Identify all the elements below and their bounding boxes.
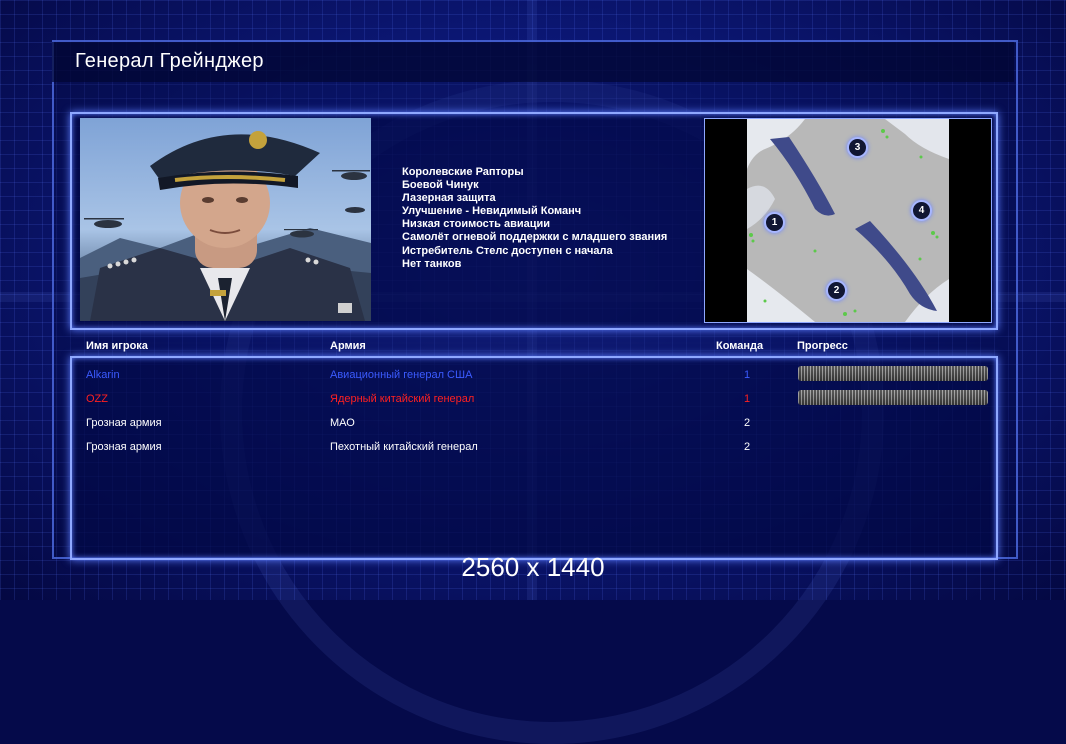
table-row: Грозная армия МАО 2 [72,412,996,434]
map-preview[interactable]: 3 1 4 2 [704,118,992,323]
table-row: Грозная армия Пехотный китайский генерал… [72,436,996,458]
trait-item: Истребитель Стелс доступен с начала [402,244,613,257]
trait-item: Самолёт огневой поддержки с младшего зва… [402,231,668,244]
header-army: Армия [330,340,366,352]
player-team: 2 [744,417,751,429]
player-team: 2 [744,441,751,453]
header-player-name: Имя игрока [86,340,148,352]
trait-item: Улучшение - Невидимый Команч [402,205,582,218]
table-row: OZZ Ядерный китайский генерал 1 [72,388,996,410]
resolution-label: 2560 x 1440 [461,552,605,582]
player-army: Ядерный китайский генерал [330,393,475,405]
progress-bar [798,366,988,381]
start-position-marker[interactable]: 2 [826,280,847,301]
trait-item: Низкая стоимость авиации [402,218,551,231]
player-team: 1 [744,369,751,381]
trait-item: Боевой Чинук [402,179,479,192]
players-table: Alkarin Авиационный генерал США 1 OZZ Яд… [70,356,998,560]
player-army: Авиационный генерал США [330,369,473,381]
general-portrait-image [80,131,371,321]
trait-item: Королевские Рапторы [402,166,524,178]
player-name: Грозная армия [86,441,162,453]
progress-fill [798,390,988,405]
general-title: Генерал Грейнджер [75,50,264,72]
general-portrait [80,118,371,321]
table-row: Alkarin Авиационный генерал США 1 [72,364,996,386]
progress-bar [798,390,988,405]
header-team: Команда [716,340,764,352]
start-position-marker[interactable]: 1 [764,212,785,233]
progress-fill [798,366,988,381]
player-name: OZZ [86,393,108,405]
player-army: Пехотный китайский генерал [330,441,478,453]
player-team: 1 [744,393,751,405]
player-army: МАО [330,417,355,429]
start-position-marker[interactable]: 3 [847,137,868,158]
header-progress: Прогресс [797,340,848,352]
player-name: Alkarin [86,369,120,381]
start-position-marker[interactable]: 4 [911,200,932,221]
trait-item: Нет танков [402,257,462,270]
trait-item: Лазерная защита [402,192,496,205]
general-traits-list: Королевские Рапторы Боевой Чинук Лазерна… [402,166,667,271]
player-name: Грозная армия [86,417,162,429]
